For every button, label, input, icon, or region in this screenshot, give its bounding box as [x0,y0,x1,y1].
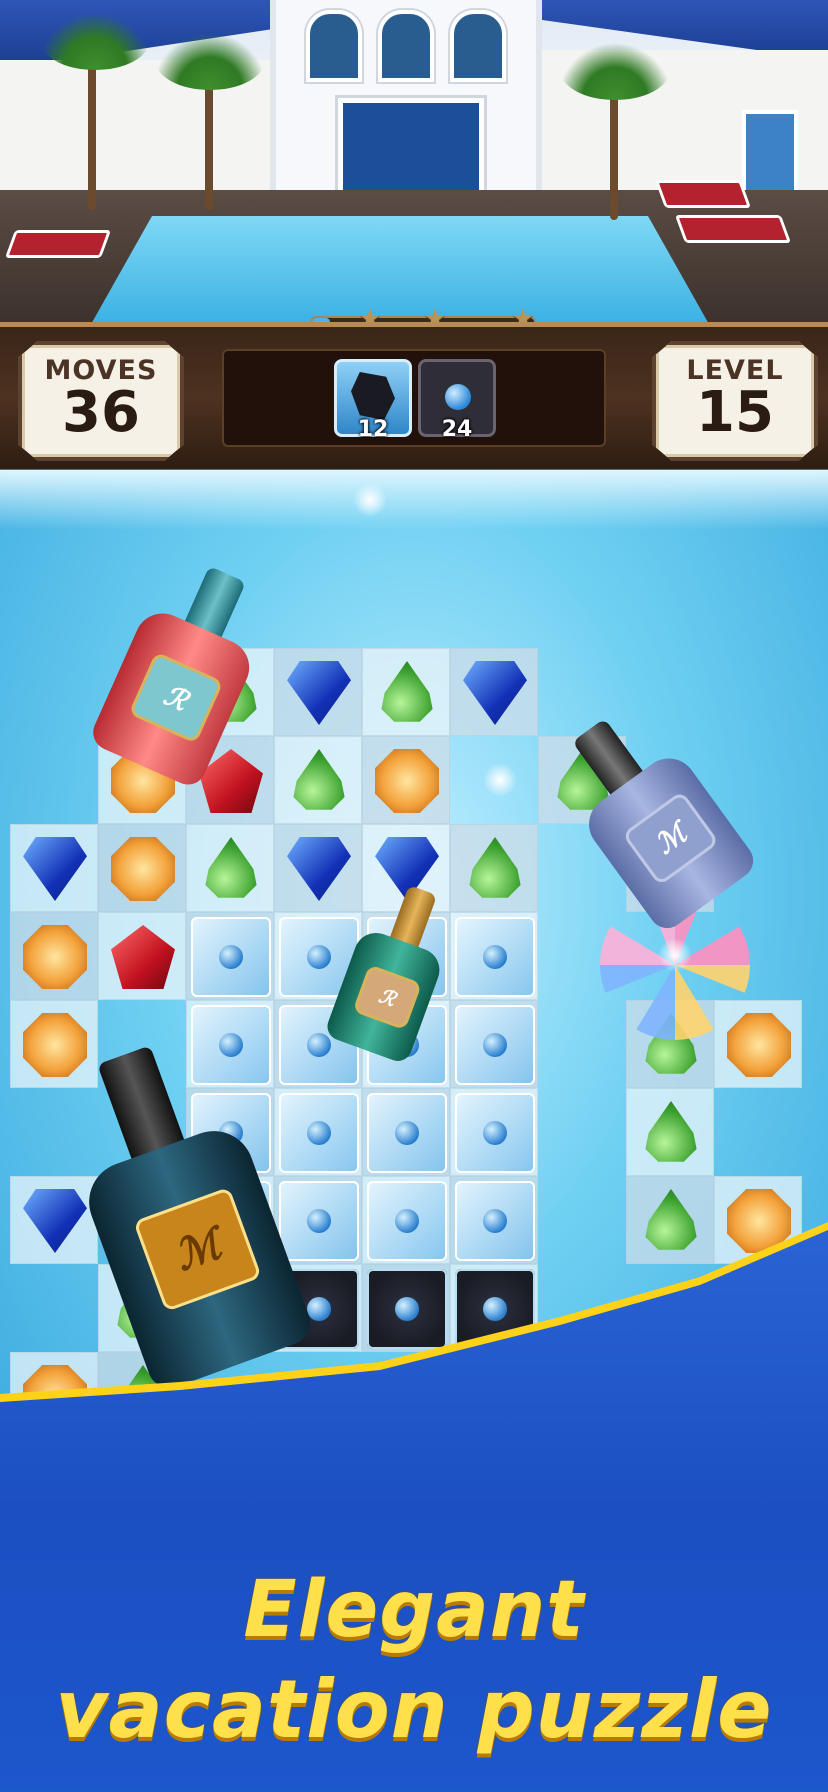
board-cell[interactable] [186,912,274,1000]
board-cell[interactable] [10,912,98,1000]
arched-window [378,10,434,82]
lounge-chair [4,230,112,258]
board-cell[interactable] [98,912,186,1000]
ice-gem-icon [455,1181,535,1261]
level-number: 15 [696,380,774,445]
board-cell[interactable] [714,1000,802,1088]
blue-gem-icon [23,837,87,901]
ice-shard-icon [351,372,395,420]
frozen-flower-goal: 24 [418,359,496,442]
tagline-line1: Elegant [243,1565,585,1655]
board-cell[interactable] [450,1088,538,1176]
villa-facade [270,0,542,210]
sparkle [350,480,390,520]
palm-fronds [560,40,670,100]
sparkle [480,760,520,800]
tagline-line2: vacation puzzle [55,1663,773,1756]
board-cell[interactable] [10,824,98,912]
ice-gem-icon [279,1093,359,1173]
ice-gem-icon [279,1181,359,1261]
hud-bar: MOVES 36 12 24 LEVEL 15 [0,322,828,475]
board-cell[interactable] [274,648,362,736]
gold-gem-icon [111,837,175,901]
board-cell[interactable] [274,824,362,912]
goal-count: 24 [441,417,473,442]
ice-gem-icon [455,917,535,997]
goals-panel: 12 24 [222,349,606,447]
board-cell[interactable] [274,1176,362,1264]
lounge-chair [674,215,792,243]
green-gem-icon [381,661,433,722]
lounge-chair [654,180,752,208]
board-cell[interactable] [450,912,538,1000]
green-gem-icon [205,837,257,898]
board-cell[interactable] [362,648,450,736]
sparkle [655,935,695,975]
green-gem-icon [469,837,521,898]
arched-window [450,10,506,82]
green-gem-icon [645,1101,697,1162]
ice-shard-goal: 12 [334,359,412,442]
moves-badge: MOVES 36 [18,341,184,461]
ice-gem-icon [455,1005,535,1085]
board-cell[interactable] [362,1264,450,1352]
goal-count: 12 [357,417,389,442]
palm-fronds [40,10,150,70]
board-cell[interactable] [450,824,538,912]
blue-gem-icon [287,661,351,725]
red-gem-icon [111,925,175,989]
flower-gem-icon [367,1269,447,1349]
arched-window [306,10,362,82]
board-cell[interactable] [274,1088,362,1176]
board-cell[interactable] [450,1176,538,1264]
blue-gem-icon [463,661,527,725]
blue-gem-icon [23,1189,87,1253]
board-cell[interactable] [626,1088,714,1176]
frozen-flower-icon [445,384,471,410]
swimming-pool [90,216,710,326]
water-rim [0,470,828,530]
board-cell[interactable] [98,824,186,912]
blue-gem-icon [287,837,351,901]
board-cell[interactable] [362,1088,450,1176]
board-cell[interactable] [450,1000,538,1088]
ice-gem-icon [367,1181,447,1261]
gold-gem-icon [375,749,439,813]
gold-gem-icon [23,1013,87,1077]
ice-gem-icon [191,917,271,997]
board-cell[interactable] [362,1176,450,1264]
board-cell[interactable] [274,736,362,824]
green-gem-icon [645,1189,697,1250]
board-cell[interactable] [626,1176,714,1264]
board-cell[interactable] [362,736,450,824]
ice-gem-icon [367,1093,447,1173]
gold-gem-icon [23,925,87,989]
villa-pool-scene: ★ ★ ★ [0,0,828,330]
board-cell[interactable] [450,648,538,736]
ice-gem-icon [455,1093,535,1173]
palm-fronds [155,30,265,90]
level-badge: LEVEL 15 [652,341,818,461]
moves-count: 36 [62,380,140,445]
board-cell[interactable] [186,824,274,912]
gold-gem-icon [727,1013,791,1077]
green-gem-icon [293,749,345,810]
